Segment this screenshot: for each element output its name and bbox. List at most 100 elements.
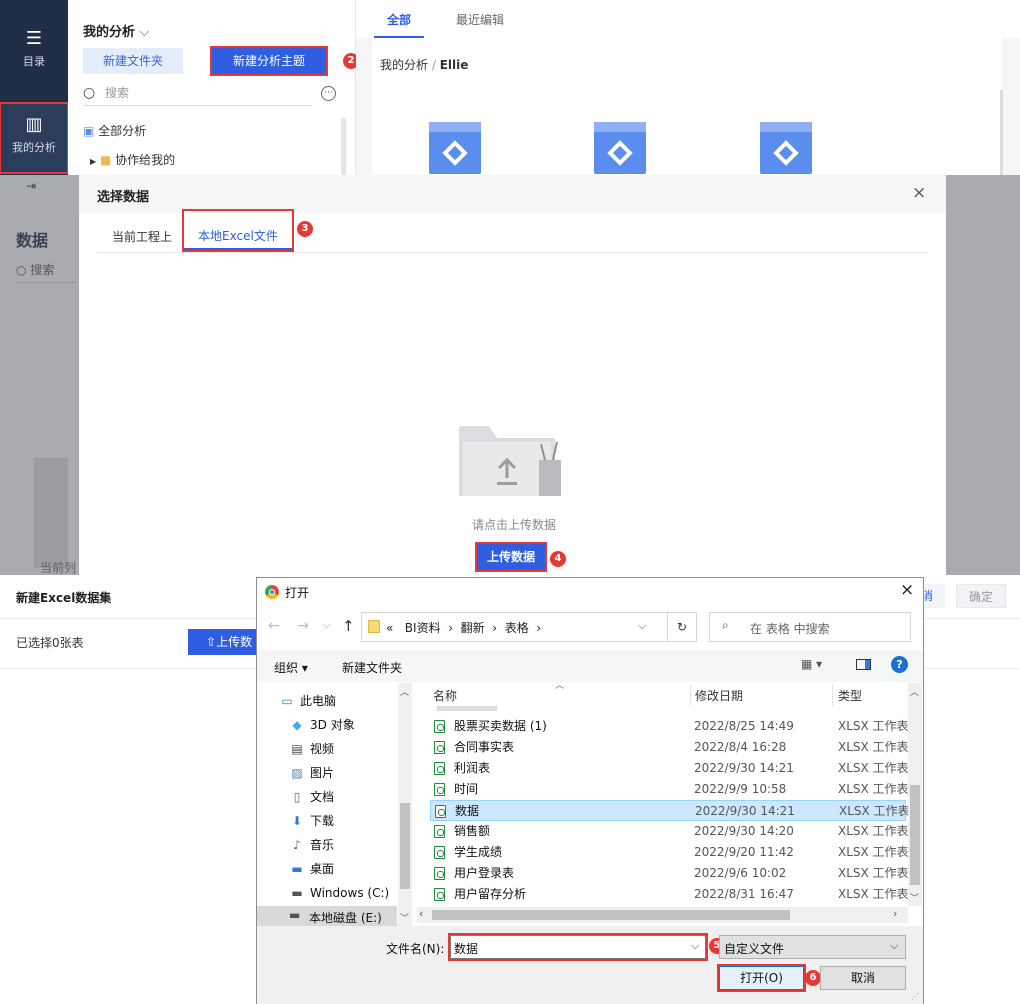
content-scrollbar[interactable]	[1000, 90, 1003, 175]
clipped-row	[437, 706, 497, 711]
file-row[interactable]: 用户留存分析 2022/8/31 16:47 XLSX 工作表	[430, 884, 908, 905]
help-icon[interactable]: ?	[891, 656, 908, 673]
breadcrumb: 我的分析 / Ellie	[380, 56, 468, 73]
history-dropdown-icon[interactable]: ⌵	[323, 620, 331, 631]
tree-item-all[interactable]: ▣ 全部分析	[83, 122, 146, 139]
collapse-icon[interactable]: ⇥	[26, 179, 36, 193]
confirm-button[interactable]: 确定	[956, 584, 1006, 608]
chevron-down-icon: ⌵	[890, 939, 899, 952]
file-list-hscrollbar[interactable]: ‹ ›	[417, 907, 908, 923]
bi-top-section: ☰ 目录 ▥ 我的分析 1 我的分析 ⌵ 新建文件夹 新建分析主题 2 ○ 搜索…	[0, 0, 1020, 175]
file-row[interactable]: 利润表 2022/9/30 14:21 XLSX 工作表	[430, 758, 908, 779]
file-search-placeholder: 在 表格 中搜索	[750, 622, 830, 636]
breadcrumb-root[interactable]: 我的分析	[380, 58, 428, 72]
excel-file-icon	[434, 888, 445, 901]
nav-my-analysis-label: 我的分析	[12, 141, 56, 154]
upload-data-button[interactable]: 上传数据	[475, 542, 547, 572]
chrome-icon	[265, 585, 279, 599]
folder-icon	[368, 620, 380, 633]
main-content: 我的分析 / Ellie	[356, 38, 1020, 175]
tree-item-documents[interactable]: ▯ 文档	[289, 786, 409, 808]
excel-file-icon	[434, 783, 445, 796]
breadcrumb-current: Ellie	[439, 58, 469, 72]
column-divider	[832, 684, 833, 706]
nav-my-analysis[interactable]: ▥ 我的分析	[0, 102, 69, 174]
file-open-dialog: 打开 × ← → ⌵ ↑ « BI资料 › 翻新 › 表格 › ⌵ ↻ ⌕ 在 …	[256, 577, 924, 1004]
up-icon[interactable]: ↑	[342, 617, 355, 635]
tab-local-excel[interactable]: 本地Excel文件	[182, 209, 294, 252]
file-row[interactable]: 学生成绩 2022/9/20 11:42 XLSX 工作表	[430, 842, 908, 863]
tab-recent[interactable]: 最近编辑	[456, 11, 504, 28]
back-icon[interactable]: ←	[268, 618, 280, 634]
excel-file-icon	[434, 846, 445, 859]
refresh-icon[interactable]: ↻	[667, 612, 697, 642]
tree-item-pictures[interactable]: ▨ 图片	[289, 762, 409, 784]
close-icon[interactable]: ×	[912, 183, 926, 203]
tree-item-desktop[interactable]: ▬ 桌面	[289, 858, 409, 880]
file-row-selected[interactable]: 数据 2022/9/30 14:21 XLSX 工作表	[430, 800, 909, 821]
file-row[interactable]: 股票买卖数据 (1) 2022/8/25 14:49 XLSX 工作表	[430, 716, 908, 737]
excel-file-icon	[434, 741, 445, 754]
tree-item-3d[interactable]: ◆ 3D 对象	[289, 714, 409, 736]
file-row[interactable]: 时间 2022/9/9 10:58 XLSX 工作表	[430, 779, 908, 800]
tree-item-downloads[interactable]: ⬇ 下载	[289, 810, 409, 832]
organize-menu[interactable]: 组织 ▾	[274, 659, 308, 676]
analysis-panel-title[interactable]: 我的分析 ⌵	[83, 21, 149, 40]
search-input[interactable]: ○ 搜索	[83, 84, 311, 106]
analysis-card[interactable]	[760, 122, 812, 174]
filetype-select[interactable]: 自定义文件 ⌵	[719, 935, 906, 959]
tree-item-pc[interactable]: ▭ 此电脑	[279, 690, 409, 712]
path-breadcrumb[interactable]: « BI资料 › 翻新 › 表格 ›	[386, 619, 541, 636]
background-title: 数据	[16, 231, 49, 250]
chevron-down-icon[interactable]: ⌵	[638, 619, 646, 633]
caret-right-icon: ▶	[90, 157, 97, 166]
file-row[interactable]: 用户登录表 2022/9/6 10:02 XLSX 工作表	[430, 863, 908, 884]
tree-item-shared[interactable]: ▶ ■ 协作给我的	[90, 151, 175, 168]
resize-grip-icon[interactable]: ⋰	[911, 992, 919, 1001]
excel-file-icon	[434, 825, 445, 838]
tree-item-e-drive[interactable]: ▬ 本地磁盘 (E:)	[257, 906, 397, 926]
step-badge-3: 3	[297, 221, 313, 237]
main-tabs: 全部 最近编辑	[356, 0, 1020, 38]
nav-catalog[interactable]: ☰ 目录	[0, 28, 68, 69]
column-type[interactable]: 类型	[838, 687, 862, 704]
column-name[interactable]: 名称	[433, 687, 457, 704]
file-search-input[interactable]: ⌕ 在 表格 中搜索	[709, 612, 911, 642]
tree-item-video[interactable]: ▤ 视频	[289, 738, 409, 760]
analysis-card[interactable]	[594, 122, 646, 174]
file-cancel-button[interactable]: 取消	[820, 966, 906, 990]
excel-file-icon	[434, 720, 445, 733]
close-icon[interactable]: ×	[900, 580, 914, 600]
new-folder-button[interactable]: 新建文件夹	[342, 659, 402, 676]
new-theme-button[interactable]: 新建分析主题	[210, 46, 328, 76]
file-list-header: 名称 ︿ 修改日期 类型	[427, 681, 907, 706]
new-folder-button[interactable]: 新建文件夹	[83, 48, 183, 74]
file-list-vscrollbar[interactable]: ︿ ﹀	[908, 683, 922, 906]
forward-icon[interactable]: →	[297, 618, 309, 634]
content-card: 我的分析 / Ellie	[372, 38, 1003, 175]
more-icon[interactable]: ···	[321, 86, 336, 101]
step-badge-6: 6	[805, 970, 821, 986]
picture-icon: ▨	[291, 766, 303, 780]
filename-value: 数据	[454, 942, 479, 956]
tree-item-c-drive[interactable]: ▬ Windows (C:)	[289, 882, 409, 904]
analysis-card[interactable]	[429, 122, 481, 174]
tab-all[interactable]: 全部	[387, 11, 411, 28]
tree-item-music[interactable]: ♪ 音乐	[289, 834, 409, 856]
chevron-down-icon[interactable]: ⌵	[691, 939, 699, 953]
pc-icon: ▭	[281, 694, 293, 708]
file-row[interactable]: 销售额 2022/9/30 14:20 XLSX 工作表	[430, 821, 908, 842]
view-options-icon[interactable]: ▦ ▾	[801, 657, 822, 671]
tab-current-project[interactable]: 当前工程上	[112, 228, 172, 245]
search-icon: ○	[83, 85, 96, 101]
panel-scrollbar[interactable]	[341, 118, 346, 175]
filename-input[interactable]: 数据 ⌵	[448, 933, 708, 961]
file-row[interactable]: 合同事实表 2022/8/4 16:28 XLSX 工作表	[430, 737, 908, 758]
preview-pane-icon[interactable]	[856, 659, 871, 670]
file-dialog-title: 打开	[285, 586, 310, 600]
tree-scrollbar[interactable]: ︿ ﹀	[398, 683, 412, 926]
column-date[interactable]: 修改日期	[695, 687, 743, 704]
tab-local-excel-label: 本地Excel文件	[198, 229, 278, 243]
path-bar[interactable]: « BI资料 › 翻新 › 表格 › ⌵	[361, 612, 668, 642]
open-button[interactable]: 打开(O)	[717, 964, 806, 992]
